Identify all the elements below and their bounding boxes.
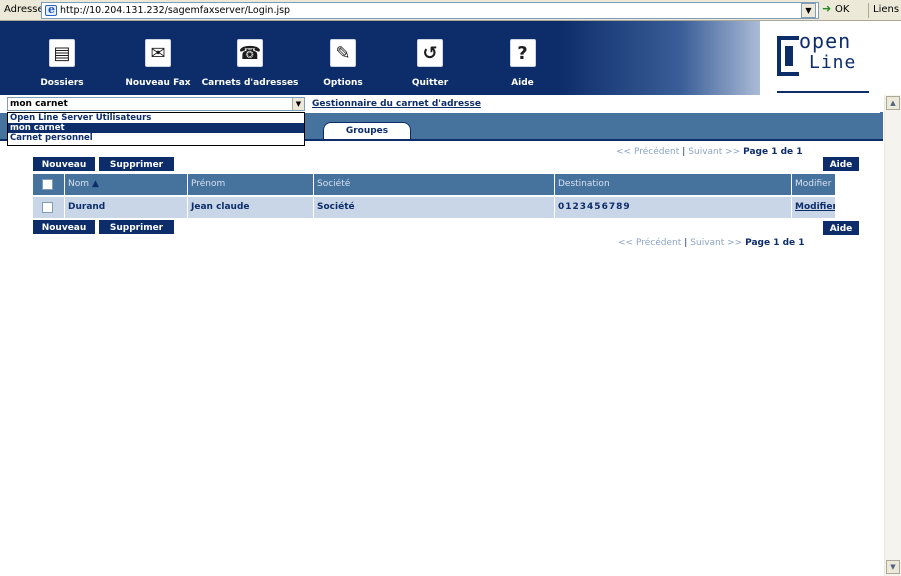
- aide-button-top[interactable]: Aide: [823, 157, 859, 171]
- folder-icon: ▤: [49, 39, 75, 67]
- phone-icon: ☎: [237, 39, 263, 67]
- cell-prenom: Jean claude: [188, 197, 314, 218]
- logo-bracket-inner: [785, 46, 793, 66]
- supprimer-button-bottom[interactable]: Supprimer: [99, 220, 174, 234]
- sort-up-icon: ▲: [92, 179, 99, 189]
- pager-precedent-top[interactable]: << Précédent: [616, 147, 679, 157]
- gestionnaire-carnet-link[interactable]: Gestionnaire du carnet d'adresse: [312, 99, 481, 109]
- select-all-cell: [33, 174, 65, 195]
- app-header: ▤ Dossiers ✉ Nouveau Fax ☎ Carnets d'adr…: [0, 21, 901, 95]
- supprimer-button-top[interactable]: Supprimer: [99, 157, 174, 171]
- scroll-up-icon[interactable]: ▲: [886, 96, 900, 110]
- row-select-cell: [33, 197, 65, 218]
- open-line-logo: open Line: [777, 26, 872, 96]
- select-all-checkbox[interactable]: [42, 179, 53, 190]
- address-input[interactable]: http://10.204.131.232/sagemfaxserver/Log…: [41, 2, 819, 19]
- cell-destination: 0123456789: [555, 197, 792, 218]
- column-header-nom[interactable]: Nom ▲: [65, 174, 188, 195]
- nouveau-button-top[interactable]: Nouveau: [33, 157, 95, 171]
- carnet-option-personnel[interactable]: Carnet personnel: [8, 133, 304, 143]
- go-arrow-icon: ➜: [822, 2, 832, 15]
- cell-societe: Société: [314, 197, 555, 218]
- toolbar-options[interactable]: ✎ Options: [318, 21, 368, 95]
- carnet-select-value: mon carnet: [10, 99, 68, 109]
- carnet-dropdown-list: Open Line Server Utilisateurs mon carnet…: [7, 112, 305, 146]
- toolbar-aide[interactable]: ? Aide: [495, 21, 550, 95]
- pager-top: << Précédent | Suivant >> Page 1 de 1: [616, 147, 803, 157]
- column-header-destination[interactable]: Destination: [555, 174, 792, 195]
- pager-bottom: << Précédent | Suivant >> Page 1 de 1: [618, 238, 805, 248]
- chevron-down-icon[interactable]: ▼: [292, 98, 304, 110]
- modifier-cell: Modifier: [792, 197, 835, 218]
- address-label: Adresse: [4, 4, 44, 15]
- vertical-scrollbar[interactable]: ▲ ▼: [884, 95, 901, 576]
- pager-page-bottom: Page 1 de 1: [745, 238, 805, 248]
- logo-underline: [777, 91, 869, 93]
- modifier-link[interactable]: Modifier: [795, 202, 835, 212]
- address-dropdown-button[interactable]: ▼: [801, 3, 816, 18]
- exit-icon: ↺: [417, 39, 443, 67]
- address-url: http://10.204.131.232/sagemfaxserver/Log…: [60, 5, 291, 16]
- carnet-select-row: mon carnet ▼ Gestionnaire du carnet d'ad…: [0, 95, 880, 113]
- tab-groupes[interactable]: Groupes: [323, 122, 411, 140]
- links-button[interactable]: Liens »: [868, 3, 901, 18]
- toolbar-quitter[interactable]: ↺ Quitter: [400, 21, 460, 95]
- aide-button-bottom[interactable]: Aide: [823, 221, 859, 235]
- nouveau-button-bottom[interactable]: Nouveau: [33, 220, 95, 234]
- cell-nom: Durand: [65, 197, 188, 218]
- logo-word-line: Line: [809, 52, 857, 73]
- row-checkbox[interactable]: [42, 202, 53, 213]
- scroll-down-icon[interactable]: ▼: [886, 560, 900, 574]
- ie-page-icon: [45, 3, 57, 16]
- help-icon: ?: [509, 39, 536, 67]
- toolbar-nouveau-fax[interactable]: ✉ Nouveau Fax: [122, 21, 194, 95]
- column-header-societe[interactable]: Société: [314, 174, 555, 195]
- table-header: Nom ▲ Prénom Société Destination Modifier: [33, 174, 835, 195]
- toolbar-carnets[interactable]: ☎ Carnets d'adresses: [200, 21, 300, 95]
- carnet-option-open-line[interactable]: Open Line Server Utilisateurs: [8, 113, 304, 123]
- pager-precedent-bottom[interactable]: << Précédent: [618, 238, 681, 248]
- address-bar: Adresse http://10.204.131.232/sagemfaxse…: [0, 0, 901, 21]
- carnet-option-mon-carnet[interactable]: mon carnet: [8, 123, 304, 133]
- pager-suivant-bottom[interactable]: Suivant >>: [690, 238, 742, 248]
- fax-icon: ✉: [145, 39, 171, 67]
- table-row: Durand Jean claude Société 0123456789 Mo…: [33, 197, 835, 218]
- column-header-modifier: Modifier: [795, 179, 832, 189]
- toolbar-dossiers[interactable]: ▤ Dossiers: [32, 21, 92, 95]
- header-gradient: [560, 21, 780, 95]
- pager-page-top: Page 1 de 1: [743, 147, 803, 157]
- carnet-select[interactable]: mon carnet ▼: [7, 97, 305, 111]
- pager-suivant-top[interactable]: Suivant >>: [688, 147, 740, 157]
- logo-word-open: open: [799, 29, 852, 53]
- go-button[interactable]: ➜ OK: [822, 2, 862, 18]
- column-header-prenom[interactable]: Prénom: [188, 174, 314, 195]
- wrench-icon: ✎: [330, 39, 356, 67]
